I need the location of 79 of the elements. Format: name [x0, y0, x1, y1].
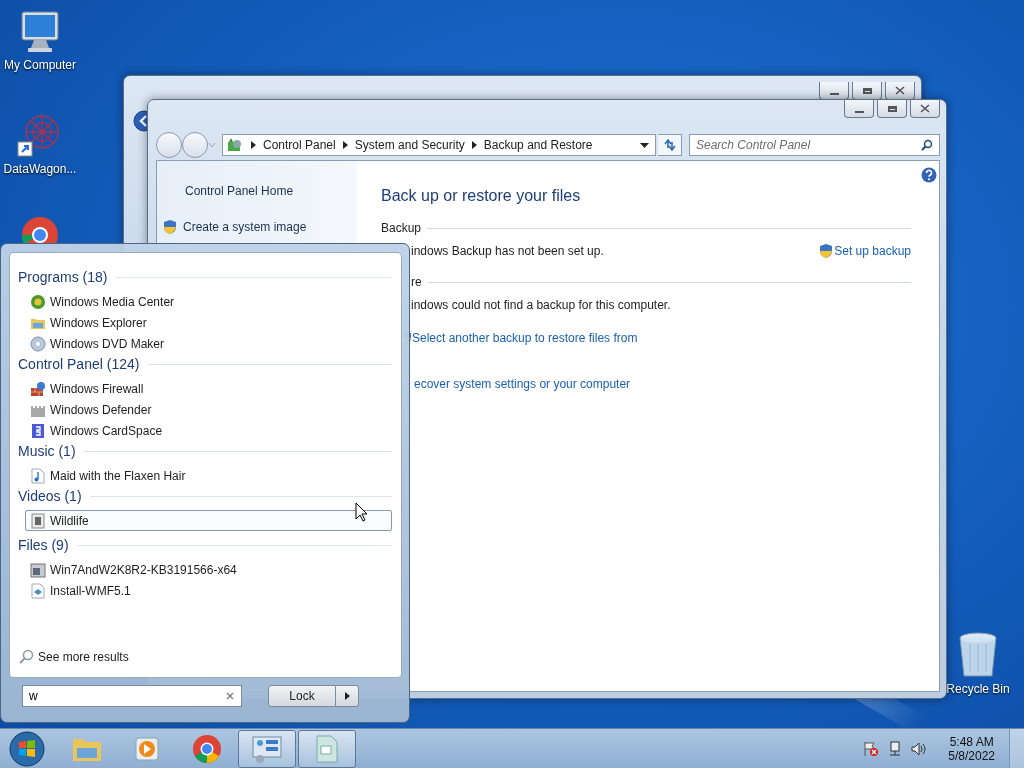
- see-more-results-link[interactable]: See more results: [18, 647, 129, 667]
- section-heading: Backup: [381, 221, 422, 235]
- search-result-item[interactable]: Windows Firewall: [18, 378, 392, 399]
- search-result-item[interactable]: Maid with the Flaxen Hair: [18, 465, 392, 486]
- clock-time[interactable]: 5:48 AM: [949, 734, 994, 749]
- result-group-heading: Control Panel (124): [18, 356, 140, 372]
- power-options-button[interactable]: [336, 685, 359, 707]
- page-title: Back up or restore your files: [381, 187, 582, 205]
- refresh-icon: [662, 138, 677, 152]
- film-icon: [30, 512, 46, 529]
- minimize-button[interactable]: [844, 100, 874, 118]
- sidebar-link[interactable]: Create a system image: [183, 220, 307, 234]
- volume-icon[interactable]: [911, 740, 928, 757]
- taskbar-button[interactable]: [298, 729, 356, 768]
- desktop-icon-label[interactable]: My Computer: [4, 58, 76, 72]
- minimize-button[interactable]: [819, 82, 849, 100]
- lock-button[interactable]: Lock: [268, 685, 336, 707]
- result-group-heading: Programs (18): [18, 269, 108, 285]
- restore-link[interactable]: ecover system settings or your computer: [414, 377, 631, 391]
- chevron-icon: [342, 141, 348, 149]
- control-panel-icon: [251, 733, 283, 764]
- search-result-item[interactable]: Wildlife: [25, 510, 392, 531]
- dropdown-caret-icon[interactable]: [640, 142, 649, 148]
- play-icon: [133, 734, 161, 763]
- taskbar-button[interactable]: [238, 729, 296, 768]
- breadcrumb-item[interactable]: Control Panel: [263, 138, 336, 152]
- disc-icon: [30, 335, 46, 352]
- search-result-item[interactable]: Win7AndW2K8R2-KB3191566-x64: [18, 559, 392, 580]
- search-field[interactable]: w: [22, 685, 242, 707]
- maximize-button[interactable]: [852, 82, 882, 100]
- close-button[interactable]: [885, 82, 915, 100]
- package-icon: [30, 561, 46, 578]
- flag-error-icon[interactable]: [863, 740, 880, 757]
- desktop-icon-label[interactable]: DataWagon...: [3, 162, 77, 176]
- orb-icon: [30, 293, 46, 310]
- status-text: indows could not find a backup for this computer.: [411, 298, 671, 312]
- refresh-button[interactable]: [658, 134, 682, 156]
- recycle-bin-icon[interactable]: [956, 630, 1000, 680]
- desktop-icon-label[interactable]: Recycle Bin: [946, 682, 1010, 696]
- brick-wall-icon: [30, 380, 46, 397]
- close-icon: [920, 104, 930, 113]
- result-group-heading: Videos (1): [18, 488, 82, 504]
- card-icon: [30, 422, 46, 439]
- search-result-item[interactable]: Windows CardSpace: [18, 420, 392, 441]
- search-result-item[interactable]: Install-WMF5.1: [18, 580, 392, 601]
- search-result-item[interactable]: Windows Explorer: [18, 312, 392, 333]
- result-group-heading: Music (1): [18, 443, 76, 459]
- search-icon: [18, 649, 34, 665]
- breadcrumb-item[interactable]: System and Security: [354, 138, 465, 152]
- search-field[interactable]: Search Control Panel: [689, 134, 940, 156]
- result-group-heading: Files (9): [18, 537, 69, 553]
- setup-backup-link[interactable]: Set up backup: [819, 243, 911, 259]
- address-bar[interactable]: Control Panel System and Security Backup and Restore: [222, 134, 656, 156]
- chevron-icon: [251, 141, 256, 149]
- search-result-item[interactable]: Windows Media Center: [18, 291, 392, 312]
- sidebar-link[interactable]: Control Panel Home: [185, 184, 294, 198]
- help-icon[interactable]: [921, 167, 937, 183]
- section-heading: re: [411, 275, 422, 289]
- back-arrow-icon[interactable]: [133, 110, 147, 132]
- restore-link[interactable]: Select another backup to restore files from: [412, 331, 638, 345]
- document-icon: [30, 582, 46, 599]
- search-result-item[interactable]: Windows DVD Maker: [18, 333, 392, 354]
- chevron-icon: [344, 692, 350, 700]
- close-button[interactable]: [910, 100, 940, 118]
- search-icon[interactable]: [921, 139, 933, 151]
- status-text: indows Backup has not been set up.: [411, 244, 604, 258]
- breadcrumb-item[interactable]: Backup and Restore: [483, 138, 593, 152]
- clock-date[interactable]: 5/8/2022: [948, 748, 995, 763]
- maximize-button[interactable]: [877, 100, 907, 118]
- document-icon: [314, 733, 340, 764]
- chevron-icon: [471, 141, 477, 149]
- close-icon: [895, 86, 905, 95]
- start-button[interactable]: [8, 729, 46, 768]
- music-note-icon: [30, 467, 46, 484]
- chrome-icon: [192, 733, 222, 764]
- control-panel-icon: [226, 137, 244, 153]
- search-result-item[interactable]: Windows Defender: [18, 399, 392, 420]
- clear-icon[interactable]: [226, 692, 234, 700]
- cursor-icon: [355, 502, 368, 522]
